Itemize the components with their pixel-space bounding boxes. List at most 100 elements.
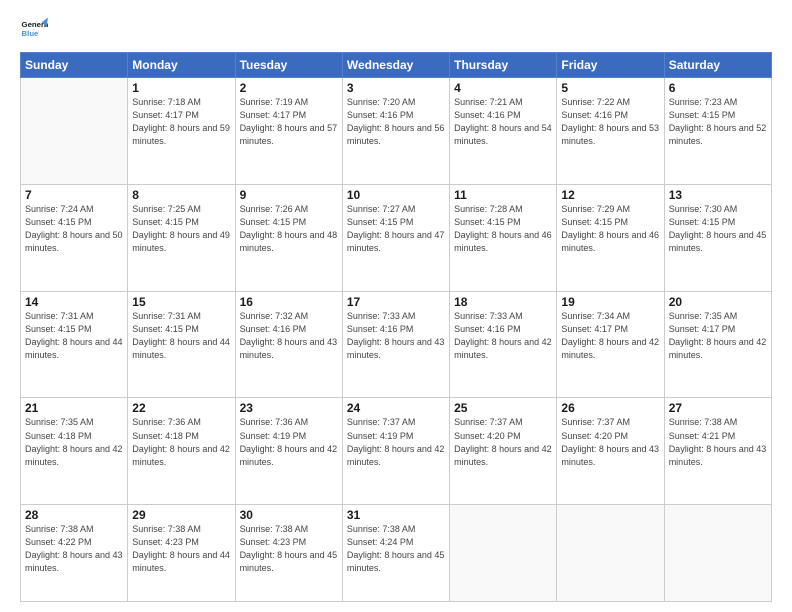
day-number: 13 bbox=[669, 188, 767, 202]
day-number: 20 bbox=[669, 295, 767, 309]
day-number: 7 bbox=[25, 188, 123, 202]
calendar-cell: 15Sunrise: 7:31 AMSunset: 4:15 PMDayligh… bbox=[128, 291, 235, 398]
day-number: 2 bbox=[240, 81, 338, 95]
day-number: 6 bbox=[669, 81, 767, 95]
calendar-cell: 23Sunrise: 7:36 AMSunset: 4:19 PMDayligh… bbox=[235, 398, 342, 505]
calendar-cell: 5Sunrise: 7:22 AMSunset: 4:16 PMDaylight… bbox=[557, 78, 664, 185]
day-info: Sunrise: 7:33 AMSunset: 4:16 PMDaylight:… bbox=[347, 310, 445, 362]
calendar-week-3: 14Sunrise: 7:31 AMSunset: 4:15 PMDayligh… bbox=[21, 291, 772, 398]
day-number: 27 bbox=[669, 401, 767, 415]
day-number: 17 bbox=[347, 295, 445, 309]
day-info: Sunrise: 7:34 AMSunset: 4:17 PMDaylight:… bbox=[561, 310, 659, 362]
calendar-cell: 6Sunrise: 7:23 AMSunset: 4:15 PMDaylight… bbox=[664, 78, 771, 185]
day-number: 21 bbox=[25, 401, 123, 415]
day-info: Sunrise: 7:37 AMSunset: 4:20 PMDaylight:… bbox=[454, 416, 552, 468]
day-info: Sunrise: 7:38 AMSunset: 4:21 PMDaylight:… bbox=[669, 416, 767, 468]
logo: General Blue bbox=[20, 16, 48, 44]
day-info: Sunrise: 7:38 AMSunset: 4:23 PMDaylight:… bbox=[132, 523, 230, 575]
header: General Blue bbox=[20, 16, 772, 44]
day-info: Sunrise: 7:38 AMSunset: 4:22 PMDaylight:… bbox=[25, 523, 123, 575]
calendar-cell: 17Sunrise: 7:33 AMSunset: 4:16 PMDayligh… bbox=[342, 291, 449, 398]
calendar-header-row: SundayMondayTuesdayWednesdayThursdayFrid… bbox=[21, 53, 772, 78]
day-number: 3 bbox=[347, 81, 445, 95]
calendar-cell: 3Sunrise: 7:20 AMSunset: 4:16 PMDaylight… bbox=[342, 78, 449, 185]
day-number: 5 bbox=[561, 81, 659, 95]
weekday-header-tuesday: Tuesday bbox=[235, 53, 342, 78]
calendar-cell: 26Sunrise: 7:37 AMSunset: 4:20 PMDayligh… bbox=[557, 398, 664, 505]
calendar-cell: 29Sunrise: 7:38 AMSunset: 4:23 PMDayligh… bbox=[128, 505, 235, 602]
day-info: Sunrise: 7:35 AMSunset: 4:18 PMDaylight:… bbox=[25, 416, 123, 468]
day-info: Sunrise: 7:30 AMSunset: 4:15 PMDaylight:… bbox=[669, 203, 767, 255]
day-info: Sunrise: 7:19 AMSunset: 4:17 PMDaylight:… bbox=[240, 96, 338, 148]
day-info: Sunrise: 7:36 AMSunset: 4:19 PMDaylight:… bbox=[240, 416, 338, 468]
day-info: Sunrise: 7:38 AMSunset: 4:23 PMDaylight:… bbox=[240, 523, 338, 575]
day-number: 10 bbox=[347, 188, 445, 202]
weekday-header-thursday: Thursday bbox=[450, 53, 557, 78]
calendar-cell: 25Sunrise: 7:37 AMSunset: 4:20 PMDayligh… bbox=[450, 398, 557, 505]
day-number: 11 bbox=[454, 188, 552, 202]
weekday-header-sunday: Sunday bbox=[21, 53, 128, 78]
calendar-week-5: 28Sunrise: 7:38 AMSunset: 4:22 PMDayligh… bbox=[21, 505, 772, 602]
calendar-cell: 31Sunrise: 7:38 AMSunset: 4:24 PMDayligh… bbox=[342, 505, 449, 602]
day-number: 1 bbox=[132, 81, 230, 95]
day-info: Sunrise: 7:32 AMSunset: 4:16 PMDaylight:… bbox=[240, 310, 338, 362]
weekday-header-saturday: Saturday bbox=[664, 53, 771, 78]
day-number: 19 bbox=[561, 295, 659, 309]
day-number: 18 bbox=[454, 295, 552, 309]
day-number: 24 bbox=[347, 401, 445, 415]
day-number: 15 bbox=[132, 295, 230, 309]
calendar-cell: 16Sunrise: 7:32 AMSunset: 4:16 PMDayligh… bbox=[235, 291, 342, 398]
calendar-cell: 22Sunrise: 7:36 AMSunset: 4:18 PMDayligh… bbox=[128, 398, 235, 505]
day-number: 22 bbox=[132, 401, 230, 415]
day-number: 4 bbox=[454, 81, 552, 95]
day-info: Sunrise: 7:35 AMSunset: 4:17 PMDaylight:… bbox=[669, 310, 767, 362]
day-info: Sunrise: 7:38 AMSunset: 4:24 PMDaylight:… bbox=[347, 523, 445, 575]
calendar-week-4: 21Sunrise: 7:35 AMSunset: 4:18 PMDayligh… bbox=[21, 398, 772, 505]
day-number: 16 bbox=[240, 295, 338, 309]
day-number: 28 bbox=[25, 508, 123, 522]
calendar-cell: 1Sunrise: 7:18 AMSunset: 4:17 PMDaylight… bbox=[128, 78, 235, 185]
calendar-cell: 20Sunrise: 7:35 AMSunset: 4:17 PMDayligh… bbox=[664, 291, 771, 398]
calendar-cell bbox=[21, 78, 128, 185]
day-number: 30 bbox=[240, 508, 338, 522]
weekday-header-wednesday: Wednesday bbox=[342, 53, 449, 78]
calendar-week-2: 7Sunrise: 7:24 AMSunset: 4:15 PMDaylight… bbox=[21, 184, 772, 291]
day-number: 8 bbox=[132, 188, 230, 202]
logo-icon: General Blue bbox=[20, 16, 48, 44]
day-info: Sunrise: 7:33 AMSunset: 4:16 PMDaylight:… bbox=[454, 310, 552, 362]
calendar-cell: 21Sunrise: 7:35 AMSunset: 4:18 PMDayligh… bbox=[21, 398, 128, 505]
day-info: Sunrise: 7:36 AMSunset: 4:18 PMDaylight:… bbox=[132, 416, 230, 468]
calendar-cell: 2Sunrise: 7:19 AMSunset: 4:17 PMDaylight… bbox=[235, 78, 342, 185]
calendar-cell: 11Sunrise: 7:28 AMSunset: 4:15 PMDayligh… bbox=[450, 184, 557, 291]
day-info: Sunrise: 7:37 AMSunset: 4:19 PMDaylight:… bbox=[347, 416, 445, 468]
day-info: Sunrise: 7:31 AMSunset: 4:15 PMDaylight:… bbox=[25, 310, 123, 362]
calendar-cell bbox=[450, 505, 557, 602]
day-number: 29 bbox=[132, 508, 230, 522]
calendar-cell: 30Sunrise: 7:38 AMSunset: 4:23 PMDayligh… bbox=[235, 505, 342, 602]
day-info: Sunrise: 7:31 AMSunset: 4:15 PMDaylight:… bbox=[132, 310, 230, 362]
calendar-cell: 24Sunrise: 7:37 AMSunset: 4:19 PMDayligh… bbox=[342, 398, 449, 505]
day-number: 12 bbox=[561, 188, 659, 202]
day-info: Sunrise: 7:28 AMSunset: 4:15 PMDaylight:… bbox=[454, 203, 552, 255]
svg-text:Blue: Blue bbox=[22, 29, 40, 38]
calendar-cell bbox=[557, 505, 664, 602]
day-info: Sunrise: 7:22 AMSunset: 4:16 PMDaylight:… bbox=[561, 96, 659, 148]
day-info: Sunrise: 7:24 AMSunset: 4:15 PMDaylight:… bbox=[25, 203, 123, 255]
calendar-cell: 28Sunrise: 7:38 AMSunset: 4:22 PMDayligh… bbox=[21, 505, 128, 602]
day-info: Sunrise: 7:26 AMSunset: 4:15 PMDaylight:… bbox=[240, 203, 338, 255]
day-number: 25 bbox=[454, 401, 552, 415]
calendar-week-1: 1Sunrise: 7:18 AMSunset: 4:17 PMDaylight… bbox=[21, 78, 772, 185]
day-info: Sunrise: 7:27 AMSunset: 4:15 PMDaylight:… bbox=[347, 203, 445, 255]
day-info: Sunrise: 7:23 AMSunset: 4:15 PMDaylight:… bbox=[669, 96, 767, 148]
calendar-cell bbox=[664, 505, 771, 602]
day-info: Sunrise: 7:29 AMSunset: 4:15 PMDaylight:… bbox=[561, 203, 659, 255]
calendar-cell: 27Sunrise: 7:38 AMSunset: 4:21 PMDayligh… bbox=[664, 398, 771, 505]
calendar-table: SundayMondayTuesdayWednesdayThursdayFrid… bbox=[20, 52, 772, 602]
day-number: 9 bbox=[240, 188, 338, 202]
calendar-cell: 7Sunrise: 7:24 AMSunset: 4:15 PMDaylight… bbox=[21, 184, 128, 291]
calendar-cell: 4Sunrise: 7:21 AMSunset: 4:16 PMDaylight… bbox=[450, 78, 557, 185]
day-number: 14 bbox=[25, 295, 123, 309]
calendar-cell: 10Sunrise: 7:27 AMSunset: 4:15 PMDayligh… bbox=[342, 184, 449, 291]
day-number: 31 bbox=[347, 508, 445, 522]
calendar-cell: 18Sunrise: 7:33 AMSunset: 4:16 PMDayligh… bbox=[450, 291, 557, 398]
